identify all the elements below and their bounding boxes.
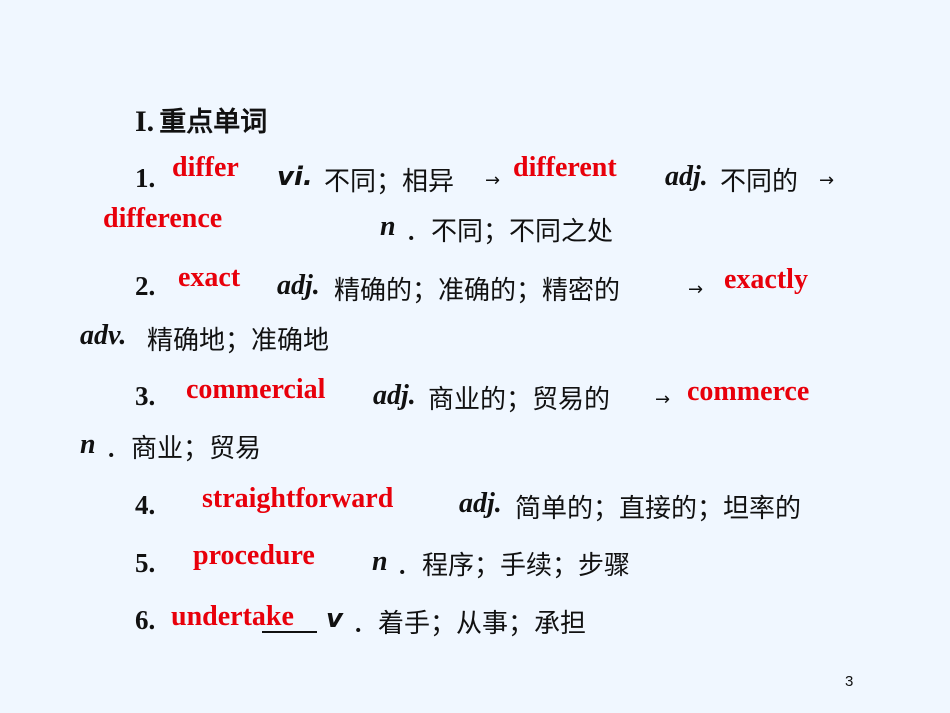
meaning: 不同的	[720, 167, 799, 197]
meaning: 简单的；直接的；坦率的	[515, 494, 802, 524]
item-number: 3.	[135, 381, 156, 411]
heading-title: 重点单词	[159, 107, 268, 138]
part-of-speech: vi.	[277, 162, 313, 192]
item-number: 5.	[135, 548, 156, 578]
meaning: ．不同；不同之处	[405, 217, 614, 247]
answer-word: exact	[178, 262, 241, 293]
meaning: 精确地；准确地	[147, 326, 330, 356]
part-of-speech: v	[326, 604, 343, 634]
item-number: 1.	[135, 163, 156, 193]
part-of-speech: adj.	[459, 488, 502, 519]
item-number: 4.	[135, 490, 156, 520]
part-of-speech: adj.	[277, 270, 320, 301]
answer-word: commerce	[687, 376, 810, 407]
part-of-speech: n	[380, 211, 396, 242]
part-of-speech: n	[372, 546, 388, 577]
answer-word: different	[513, 152, 617, 183]
answer-word: difference	[103, 203, 223, 234]
answer-word: commercial	[186, 374, 326, 405]
arrow-icon: →	[655, 389, 671, 410]
arrow-icon: →	[485, 170, 501, 191]
answer-word: undertake	[171, 601, 294, 632]
answer-blank-underline	[262, 631, 317, 633]
answer-word: differ	[172, 152, 239, 183]
section-heading: I. 重点单词	[135, 100, 267, 139]
part-of-speech: adj.	[665, 161, 708, 192]
arrow-icon: →	[688, 279, 704, 300]
answer-word: straightforward	[202, 483, 394, 514]
item-number: 6.	[135, 605, 156, 635]
meaning: ．商业；贸易	[105, 434, 262, 464]
page-number: 3	[845, 673, 854, 690]
answer-word: procedure	[193, 540, 315, 571]
answer-word: exactly	[724, 264, 808, 295]
meaning: 商业的；贸易的	[428, 385, 611, 415]
meaning: ．着手；从事；承担	[352, 609, 587, 639]
part-of-speech: n	[80, 429, 96, 460]
meaning: 精确的；准确的；精密的	[334, 276, 621, 306]
meaning: 不同；相异	[324, 167, 455, 197]
arrow-icon: →	[819, 170, 835, 191]
heading-numeral: I.	[135, 105, 155, 138]
part-of-speech: adv.	[80, 320, 127, 351]
meaning: ．程序；手续；步骤	[396, 551, 631, 581]
item-number: 2.	[135, 271, 156, 301]
part-of-speech: adj.	[373, 380, 416, 411]
